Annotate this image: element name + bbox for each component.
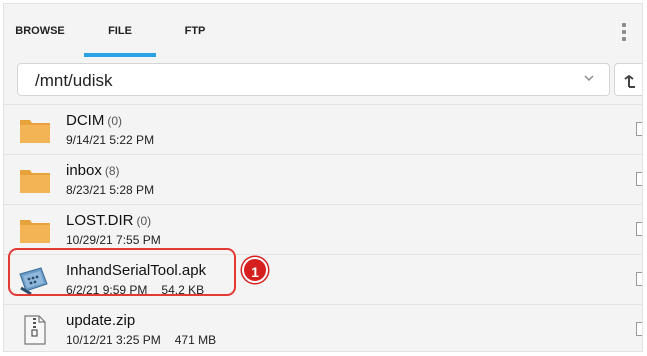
file-date: 10/29/21 7:55 PM — [66, 233, 161, 247]
select-checkbox[interactable] — [636, 272, 642, 286]
annotation-number-badge: 1 — [242, 257, 268, 283]
tab-browse[interactable]: BROWSE — [4, 4, 76, 58]
path-value: /mnt/udisk — [35, 71, 113, 90]
file-name: update.zip — [66, 312, 136, 329]
annotation-highlight-box — [8, 248, 236, 296]
up-directory-icon — [624, 75, 635, 88]
tab-ftp[interactable]: FTP — [164, 4, 226, 58]
select-checkbox[interactable] — [636, 172, 642, 186]
select-checkbox[interactable] — [636, 122, 642, 136]
more-vert-icon[interactable] — [619, 21, 629, 43]
item-count: (0) — [136, 214, 152, 228]
file-name: LOST.DIR — [66, 212, 134, 229]
select-checkbox[interactable] — [636, 222, 642, 236]
folder-icon — [20, 220, 50, 243]
select-checkbox[interactable] — [636, 322, 642, 336]
tab-bar: BROWSE FILE FTP — [4, 4, 642, 58]
path-dropdown[interactable]: /mnt/udisk — [17, 63, 610, 96]
list-item[interactable]: LOST.DIR (0) 10/29/21 7:55 PM — [4, 204, 642, 254]
list-item[interactable]: inbox (8) 8/23/21 5:28 PM — [4, 154, 642, 204]
file-manager-window: BROWSE FILE FTP /mnt/udisk DCIM (0) 9/14/… — [3, 3, 643, 352]
file-size: 471 MB — [174, 333, 217, 347]
up-directory-button[interactable] — [614, 63, 642, 96]
file-date: 8/23/21 5:28 PM — [66, 183, 155, 197]
active-tab-indicator — [84, 53, 156, 57]
file-date: 10/12/21 3:25 PM — [66, 333, 161, 347]
file-date: 9/14/21 5:22 PM — [66, 133, 155, 147]
list-item[interactable]: DCIM (0) 9/14/21 5:22 PM — [4, 104, 642, 154]
chevron-down-icon — [583, 72, 595, 88]
list-item[interactable]: update.zip 10/12/21 3:25 PM 471 MB — [4, 304, 642, 351]
zip-file-icon — [24, 315, 46, 345]
file-name: inbox — [66, 162, 102, 179]
folder-icon — [20, 120, 50, 143]
file-name: DCIM — [66, 112, 105, 129]
folder-icon — [20, 170, 50, 193]
item-count: (0) — [107, 114, 122, 128]
tab-file[interactable]: FILE — [84, 4, 156, 58]
item-count: (8) — [104, 164, 120, 178]
